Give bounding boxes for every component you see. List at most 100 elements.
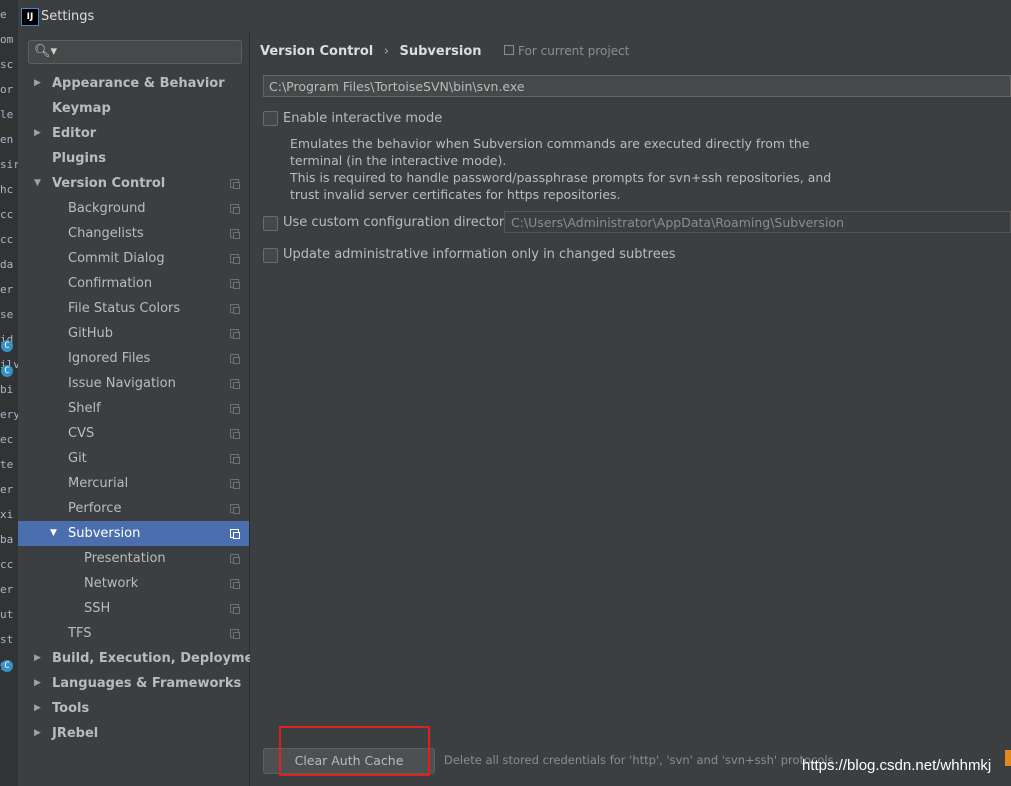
project-scope-icon: [230, 529, 240, 539]
collapse-arrow-icon[interactable]: ▶: [34, 121, 44, 146]
background-code-fragment: st: [0, 633, 14, 646]
sidebar-item-label: Perforce: [68, 501, 122, 516]
scope-indicator: For current project: [504, 44, 629, 58]
background-code-fragment: bi: [0, 383, 14, 396]
sidebar-item-tools[interactable]: ▶ Tools: [18, 696, 249, 721]
sidebar-item-commit-dialog[interactable]: Commit Dialog: [18, 246, 249, 271]
breadcrumb-current: Subversion: [399, 44, 482, 59]
custom-config-label[interactable]: Use custom configuration directory:: [283, 215, 515, 230]
collapse-arrow-icon[interactable]: ▶: [34, 646, 44, 671]
sidebar-item-label: File Status Colors: [68, 301, 181, 316]
collapse-arrow-icon[interactable]: ▶: [34, 71, 44, 96]
background-code-fragment: le: [0, 108, 14, 121]
project-scope-icon: [230, 229, 240, 239]
sidebar-item-issue-navigation[interactable]: Issue Navigation: [18, 371, 249, 396]
background-code-fragment: er: [0, 283, 14, 296]
sidebar-item-label: Confirmation: [68, 276, 153, 291]
sidebar-item-appearance-behavior[interactable]: ▶ Appearance & Behavior: [18, 71, 249, 96]
update-admin-info-label[interactable]: Update administrative information only i…: [283, 247, 675, 262]
project-scope-icon: [230, 404, 240, 414]
sidebar-item-shelf[interactable]: Shelf: [18, 396, 249, 421]
sidebar-item-label: Issue Navigation: [68, 376, 176, 391]
project-scope-icon: [230, 379, 240, 389]
sidebar-item-perforce[interactable]: Perforce: [18, 496, 249, 521]
sidebar-item-label: Network: [84, 576, 139, 591]
settings-sidebar: 🔍︎▾ ▶ Appearance & Behavior Keymap ▶ Editor P…: [18, 32, 269, 786]
sidebar-item-languages-frameworks[interactable]: ▶ Languages & Frameworks: [18, 671, 249, 696]
project-scope-icon: [230, 554, 240, 564]
sidebar-item-build-execution-deployment[interactable]: ▶ Build, Execution, Deployment: [18, 646, 269, 671]
background-ide-gutter: eomscorleensirhcccccdaerseidilvbieryecte…: [0, 0, 18, 786]
interactive-mode-label[interactable]: Enable interactive mode: [283, 111, 442, 126]
expand-arrow-icon[interactable]: ▼: [34, 171, 44, 196]
sidebar-item-changelists[interactable]: Changelists: [18, 221, 249, 246]
project-scope-icon: [230, 254, 240, 264]
custom-config-directory-field[interactable]: C:\Users\Administrator\AppData\Roaming\S…: [504, 211, 1011, 233]
sidebar-item-cvs[interactable]: CVS: [18, 421, 249, 446]
sidebar-item-network[interactable]: Network: [18, 571, 249, 596]
background-code-fragment: ba: [0, 533, 14, 546]
project-scope-icon: [230, 279, 240, 289]
background-code-fragment: sir: [0, 158, 18, 171]
background-code-fragment: cc: [0, 233, 14, 246]
background-code-fragment: sc: [0, 58, 14, 71]
sidebar-item-jrebel[interactable]: ▶ JRebel: [18, 721, 249, 746]
collapse-arrow-icon[interactable]: ▶: [34, 671, 44, 696]
sidebar-item-file-status-colors[interactable]: File Status Colors: [18, 296, 249, 321]
sidebar-item-label: Version Control: [52, 176, 166, 191]
project-scope-icon: [230, 304, 240, 314]
collapse-arrow-icon[interactable]: ▶: [34, 696, 44, 721]
sidebar-item-confirmation[interactable]: Confirmation: [18, 271, 249, 296]
sidebar-item-editor[interactable]: ▶ Editor: [18, 121, 249, 146]
search-icon[interactable]: 🔍︎▾: [34, 44, 57, 59]
sidebar-item-plugins[interactable]: Plugins: [18, 146, 249, 171]
background-code-fragment: en: [0, 133, 14, 146]
project-scope-icon: [230, 429, 240, 439]
project-scope-icon: [230, 479, 240, 489]
background-code-fragment: da: [0, 258, 14, 271]
sidebar-item-label: Plugins: [52, 151, 106, 166]
sidebar-item-mercurial[interactable]: Mercurial: [18, 471, 249, 496]
sidebar-item-label: Presentation: [84, 551, 166, 566]
class-file-icon: C: [1, 660, 13, 672]
sidebar-item-label: Keymap: [52, 101, 111, 116]
sidebar-item-github[interactable]: GitHub: [18, 321, 249, 346]
sidebar-item-background[interactable]: Background: [18, 196, 249, 221]
breadcrumb-separator: ›: [383, 44, 389, 59]
background-code-fragment: cc: [0, 208, 14, 221]
class-file-icon: C: [1, 340, 13, 352]
sidebar-item-subversion[interactable]: ▼ Subversion: [18, 521, 249, 546]
sidebar-item-label: Languages & Frameworks: [52, 676, 242, 691]
background-code-fragment: hc: [0, 183, 14, 196]
collapse-arrow-icon[interactable]: ▶: [34, 721, 44, 746]
interactive-mode-checkbox[interactable]: [263, 111, 278, 126]
sidebar-item-keymap[interactable]: Keymap: [18, 96, 249, 121]
project-scope-icon: [230, 579, 240, 589]
background-code-fragment: er: [0, 483, 14, 496]
sidebar-item-tfs[interactable]: TFS: [18, 621, 249, 646]
sidebar-item-label: Mercurial: [68, 476, 129, 491]
sidebar-item-git[interactable]: Git: [18, 446, 249, 471]
expand-arrow-icon[interactable]: ▼: [50, 521, 60, 546]
dialog-title-bar: IJ Settings: [18, 0, 1011, 33]
sidebar-item-label: Changelists: [68, 226, 144, 241]
project-scope-icon: [230, 629, 240, 639]
sidebar-item-ssh[interactable]: SSH: [18, 596, 249, 621]
sidebar-item-label: Ignored Files: [68, 351, 151, 366]
background-code-fragment: e: [0, 8, 7, 21]
project-scope-icon: [230, 504, 240, 514]
sidebar-item-ignored-files[interactable]: Ignored Files: [18, 346, 249, 371]
project-scope-icon: [230, 604, 240, 614]
clear-auth-cache-note: Delete all stored credentials for 'http'…: [444, 753, 834, 767]
sidebar-item-version-control[interactable]: ▼ Version Control: [18, 171, 249, 196]
sidebar-item-label: Background: [68, 201, 146, 216]
project-scope-icon: [230, 179, 240, 189]
update-admin-info-checkbox[interactable]: [263, 248, 278, 263]
sidebar-item-label: Appearance & Behavior: [52, 76, 225, 91]
svn-executable-path-field[interactable]: C:\Program Files\TortoiseSVN\bin\svn.exe: [263, 75, 1011, 97]
sidebar-item-presentation[interactable]: Presentation: [18, 546, 249, 571]
settings-search-input[interactable]: 🔍︎▾: [28, 40, 242, 64]
sidebar-item-label: Build, Execution, Deployment: [52, 651, 269, 666]
breadcrumb-parent: Version Control: [260, 44, 374, 59]
custom-config-checkbox[interactable]: [263, 216, 278, 231]
